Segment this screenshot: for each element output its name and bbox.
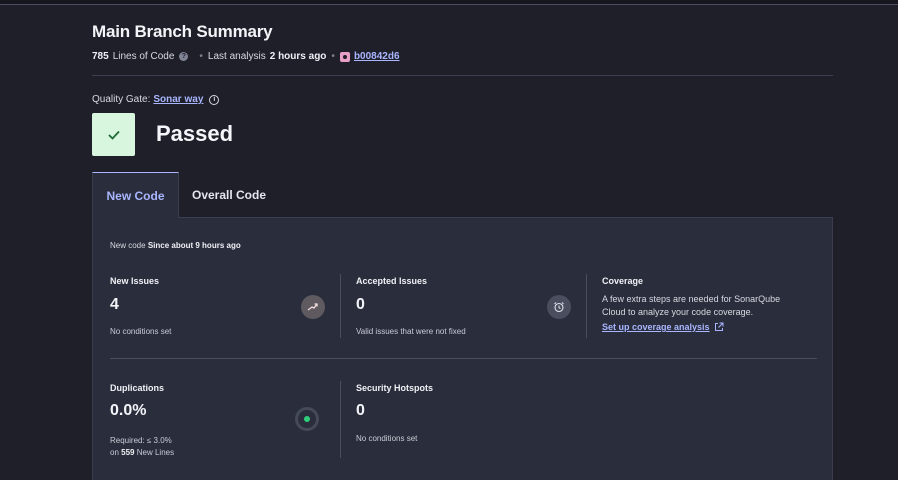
card-divider — [586, 274, 587, 338]
tab-overall-code[interactable]: Overall Code — [179, 172, 279, 218]
new-code-panel: New code Since about 9 hours ago New Iss… — [92, 218, 833, 480]
last-analysis-label: Last analysis — [207, 51, 266, 62]
top-bar — [0, 0, 898, 5]
setup-coverage-link[interactable]: Set up coverage analysis — [602, 322, 724, 332]
passed-status-icon — [92, 113, 135, 156]
coverage-text: A few extra steps are needed for SonarQu… — [602, 294, 781, 317]
check-icon — [107, 130, 120, 140]
duplications-lines-count: 559 — [121, 448, 135, 457]
duplications-on-label: on — [110, 448, 119, 457]
card-divider — [340, 274, 341, 338]
accepted-issues-value[interactable]: 0 — [356, 296, 365, 314]
external-link-icon — [714, 322, 724, 331]
accepted-issues-sub: Valid issues that were not fixed — [356, 327, 466, 336]
trend-arrow-icon — [307, 303, 318, 311]
duplications-gauge-icon — [295, 407, 319, 431]
duplications-required: Required: ≤ 3.0% — [110, 436, 172, 445]
new-issues-icon — [301, 295, 325, 319]
page-title: Main Branch Summary — [92, 22, 273, 41]
new-issues-value[interactable]: 4 — [110, 296, 119, 314]
code-tabs: New Code Overall Code — [92, 172, 833, 218]
lines-of-code-label: Lines of Code — [112, 51, 175, 62]
separator-dot: • — [331, 51, 335, 62]
card-divider — [340, 381, 341, 458]
accepted-issues-icon — [547, 295, 571, 319]
new-issues-title: New Issues — [110, 276, 160, 286]
info-icon[interactable]: i — [209, 94, 220, 105]
duplications-lines: on 559 New Lines — [110, 447, 174, 459]
branch-meta: 785 Lines of Code ? • Last analysis 2 ho… — [92, 51, 400, 62]
quality-gate-link[interactable]: Sonar way — [153, 94, 203, 105]
duplications-lines-label: New Lines — [136, 448, 175, 457]
quality-gate-status: Passed — [156, 121, 234, 146]
separator-dot: • — [199, 51, 203, 62]
security-hotspots-sub: No conditions set — [356, 434, 418, 443]
duplications-sub: Required: ≤ 3.0% on 559 New Lines — [110, 435, 174, 459]
last-analysis-value: 2 hours ago — [269, 51, 327, 62]
duplications-title: Duplications — [110, 383, 165, 393]
lines-of-code-value: 785 — [92, 51, 109, 62]
new-code-period: New code Since about 9 hours ago — [110, 241, 241, 250]
commit-hash-link[interactable]: b00842d6 — [354, 51, 400, 62]
alarm-clock-icon — [554, 302, 564, 313]
help-icon[interactable]: ? — [179, 52, 189, 61]
setup-coverage-label: Set up coverage analysis — [602, 322, 710, 332]
security-hotspots-value[interactable]: 0 — [356, 402, 365, 420]
quality-gate-label: Quality Gate: — [92, 94, 151, 105]
new-issues-sub: No conditions set — [110, 327, 172, 336]
new-code-period-label: New code — [110, 241, 146, 250]
coverage-title: Coverage — [602, 276, 644, 286]
duplications-value[interactable]: 0.0% — [110, 402, 146, 420]
new-code-period-value: Since about 9 hours ago — [147, 241, 241, 250]
security-hotspots-title: Security Hotspots — [356, 383, 434, 393]
duplication-status-dot — [304, 416, 310, 422]
header-divider — [92, 75, 833, 76]
row-divider — [110, 358, 817, 359]
accepted-issues-title: Accepted Issues — [356, 276, 428, 286]
quality-gate-row: Quality Gate: Sonar way i — [92, 94, 220, 105]
tab-new-code[interactable]: New Code — [92, 172, 179, 218]
commit-icon — [339, 51, 350, 62]
